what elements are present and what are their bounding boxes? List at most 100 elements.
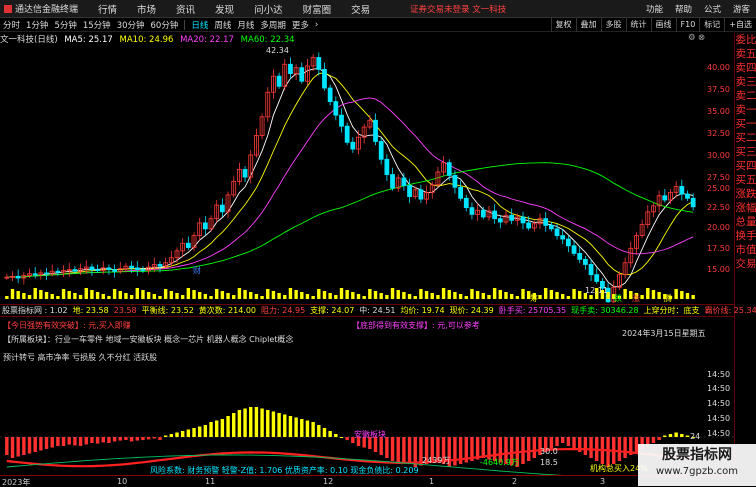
indicator-bar — [277, 413, 281, 437]
indicator-bar — [351, 437, 355, 443]
fuquan-button[interactable]: 复权 — [550, 18, 576, 32]
indicator-bar — [373, 437, 378, 452]
login-notice[interactable]: 证券交易未登录 文一科技 — [410, 3, 506, 15]
menu-shichang[interactable]: 市场 — [127, 2, 166, 16]
indicator-bar — [33, 437, 37, 452]
f10-button[interactable]: F10 — [675, 18, 700, 32]
menu-hangqing[interactable]: 行情 — [88, 2, 127, 16]
period-30min[interactable]: 30分钟 — [114, 19, 148, 31]
indicator-bar — [668, 434, 673, 437]
menu-wenxiaoda[interactable]: 问小达 — [244, 2, 293, 16]
period-monthly[interactable]: 月线 — [234, 19, 257, 31]
indicator-bar — [16, 437, 20, 457]
tongji-button[interactable]: 统计 — [625, 18, 651, 32]
volume-bar — [107, 296, 111, 299]
strip-sell1: 卖一 — [735, 104, 756, 116]
indicator-info-line: 股票指标网 : 1.02 地: 23.58 23.58 平衡线: 23.52 黄… — [0, 304, 756, 317]
period-more[interactable]: 更多 — [289, 19, 312, 31]
chevron-right-icon[interactable]: › — [312, 20, 321, 30]
watermark-title: 股票指标网 — [662, 447, 732, 463]
indicator-bar — [95, 437, 100, 444]
menu-youke[interactable]: 游客 — [733, 3, 750, 15]
indicator-bar — [288, 416, 293, 437]
volume-bar — [379, 293, 383, 299]
candle-body — [339, 114, 344, 127]
strip-jiaoyi: 交易 — [735, 258, 756, 270]
diejia-button[interactable]: 叠加 — [575, 18, 601, 32]
indicator-bar — [169, 434, 174, 437]
volume-bar — [67, 291, 71, 299]
add-watchlist-button[interactable]: +自选 — [724, 18, 756, 32]
quote-side-strip: 委比 卖五 卖四 卖三 卖二 卖一 买一 买二 买三 买四 买五 涨跌 涨幅 总… — [734, 33, 756, 486]
volume-bar — [78, 295, 83, 299]
biaoji-button[interactable]: 标记 — [699, 18, 724, 32]
period-60min[interactable]: 60分钟 — [148, 19, 182, 31]
volume-bar — [424, 291, 429, 299]
indicator-bar — [339, 437, 344, 438]
duogu-button[interactable]: 多股 — [600, 18, 626, 32]
period-weekly[interactable]: 周线 — [211, 19, 234, 31]
indicator-bar — [334, 434, 338, 437]
candle-body — [685, 193, 690, 199]
volume-bar — [254, 294, 259, 299]
period-15min[interactable]: 15分钟 — [80, 19, 114, 31]
volume-bar — [646, 288, 650, 299]
volume-bar — [555, 292, 559, 299]
indicator-bar — [526, 437, 531, 461]
date-label: 2024年3月15日星期五 — [622, 329, 706, 338]
menu-bangzhu[interactable]: 帮助 — [675, 3, 692, 15]
indicator-bar — [152, 437, 157, 439]
volume-bar — [192, 290, 196, 299]
settings-icon[interactable]: ⚙ — [688, 33, 696, 43]
volume-bar — [492, 288, 497, 299]
kline-chart[interactable] — [0, 45, 734, 303]
menu-caifuquan[interactable]: 财富圈 — [293, 2, 342, 16]
strip-sell3: 卖三 — [735, 76, 756, 88]
indicator-bar — [492, 437, 497, 461]
indicator-bar — [192, 428, 196, 437]
menu-bar: 通达信金融终端 行情 市场 资讯 发现 问小达 财富圈 交易 证券交易未登录 文… — [0, 0, 756, 18]
volume-bar — [33, 288, 37, 299]
candle-body — [571, 245, 577, 254]
ma20-line — [6, 97, 694, 278]
strip-huanshou: 换手 — [735, 230, 756, 242]
period-fenshi[interactable]: 分时 — [0, 19, 23, 31]
period-5min[interactable]: 5分钟 — [51, 19, 79, 31]
huaxian-button[interactable]: 画线 — [650, 18, 676, 32]
chart-title: 文一科技(日线) — [0, 35, 58, 45]
candle-body — [384, 158, 390, 175]
ma10-value: MA10: 24.96 — [119, 35, 174, 45]
period-multi[interactable]: 多周期 — [257, 19, 289, 31]
finance-tags: 预计转亏 高市净率 亏损股 久不分红 活跃股 — [3, 353, 158, 362]
volume-bar — [680, 291, 684, 299]
volume-bar — [220, 291, 225, 299]
indicator-bar — [617, 437, 622, 461]
volume-bar — [129, 295, 134, 299]
indicator-bar — [385, 437, 389, 458]
indicator-bar — [407, 437, 412, 464]
candle-body — [134, 267, 140, 270]
menu-faxian[interactable]: 发现 — [205, 2, 244, 16]
volume-bar — [543, 288, 548, 299]
volume-bar — [158, 296, 162, 299]
candle-body — [662, 195, 668, 201]
menu-zixun[interactable]: 资讯 — [166, 2, 205, 16]
indicator-bar — [509, 437, 514, 466]
indicator-bar — [186, 429, 191, 437]
close-icon[interactable]: ⊗ — [698, 33, 705, 43]
menu-gongneng[interactable]: 功能 — [646, 3, 663, 15]
indicator-bar — [215, 420, 219, 437]
volume-bar — [612, 294, 616, 299]
menu-gongshi[interactable]: 公式 — [704, 3, 721, 15]
volume-bar — [232, 295, 236, 299]
indicator-bar — [561, 437, 565, 443]
volume-bar — [413, 296, 417, 299]
menu-jiaoyi[interactable]: 交易 — [341, 2, 380, 16]
strip-zongliang: 总量 — [735, 216, 756, 228]
period-1min[interactable]: 1分钟 — [23, 19, 51, 31]
indicator-bar — [396, 437, 400, 464]
candle-body — [594, 274, 600, 282]
indicator-chart[interactable] — [0, 375, 734, 475]
period-daily[interactable]: 日线 — [188, 19, 211, 31]
candle-body — [600, 281, 605, 289]
